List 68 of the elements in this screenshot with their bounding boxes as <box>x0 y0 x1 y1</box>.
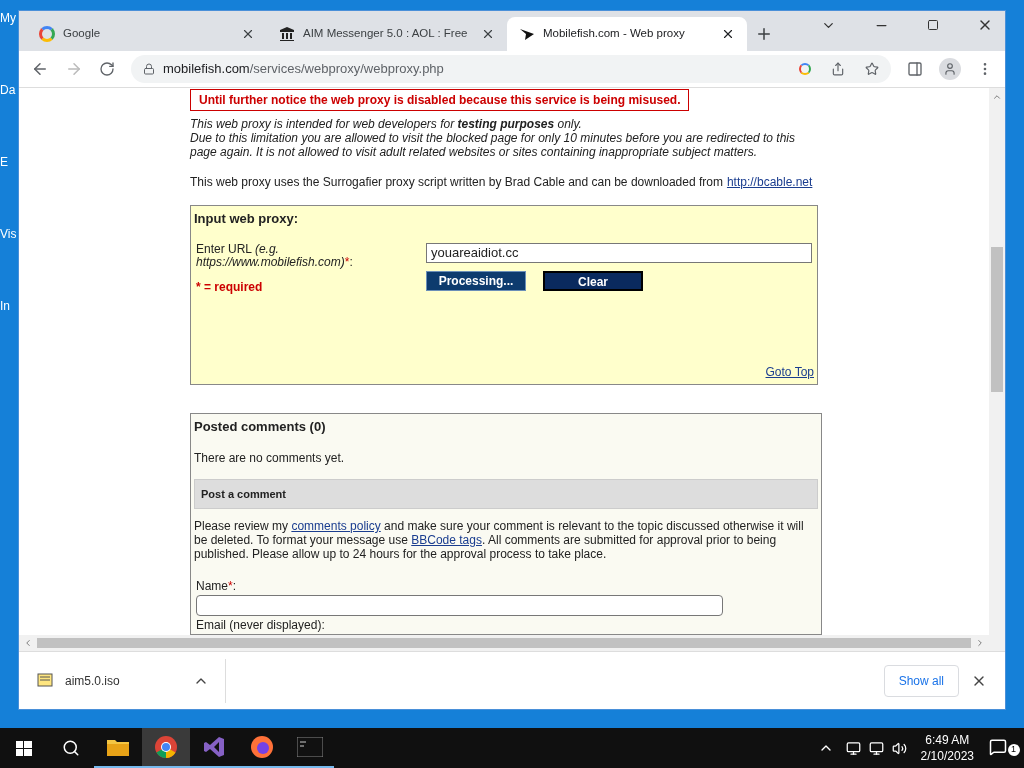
form-title: Input web proxy: <box>194 210 299 228</box>
name-input-field[interactable] <box>196 595 723 616</box>
new-tab-icon[interactable] <box>755 25 773 43</box>
back-icon[interactable] <box>31 60 49 78</box>
notification-count: 1 <box>1007 744 1020 756</box>
maximize-icon[interactable] <box>927 19 939 31</box>
profile-avatar[interactable] <box>939 58 961 80</box>
goto-top-link[interactable]: Goto Top <box>765 363 814 381</box>
chrome-icon <box>154 735 178 759</box>
speaker-icon[interactable] <box>891 740 907 756</box>
side-panel-icon[interactable] <box>907 61 923 77</box>
desktop-icon-label[interactable]: Vis <box>0 228 18 240</box>
url-label: Enter URL (e.g. https://www.mobilefish.com)*: <box>196 242 354 269</box>
address-bar[interactable]: mobilefish.com/services/webproxy/webproxy.php <box>131 55 891 83</box>
vertical-scrollbar[interactable] <box>989 88 1005 651</box>
share-icon[interactable] <box>831 62 845 76</box>
browser-tab[interactable]: Mobilefish.com - Web proxy <box>507 17 747 51</box>
required-note: * = required <box>196 278 264 296</box>
google-icon <box>39 26 55 42</box>
close-icon[interactable] <box>481 27 495 41</box>
download-filename[interactable]: aim5.0.iso <box>65 671 185 690</box>
form-button[interactable]: Clear <box>543 270 643 291</box>
notification-icon[interactable] <box>988 738 1007 756</box>
credit-text: This web proxy uses the Surrogafier proxy script written by Brad Cable and can be downloaded from <box>190 174 723 191</box>
lock-icon <box>143 63 155 75</box>
no-comments-text: There are no comments yet. <box>194 449 346 467</box>
scrollbar-thumb[interactable] <box>991 247 1003 392</box>
monitor-icon[interactable] <box>868 740 884 756</box>
policy-text: Please review my comments policy and make sure your comment is relevant to the topic discussed otherwise it will be deleted. To format your message use BBCode tags. All comments are submitted for approval prior to being published. Please allow up to 24 hours for the approval process to take place. <box>194 519 805 561</box>
taskbar-app[interactable] <box>142 728 190 768</box>
scrollbar-thumb[interactable] <box>37 638 971 648</box>
terminal-icon <box>297 737 323 757</box>
post-comment-header: Post a comment <box>194 478 818 509</box>
firefox-icon <box>250 735 274 759</box>
infinity-icon <box>202 735 226 759</box>
policy-link[interactable]: BBCode tags <box>411 533 482 547</box>
browser-tab[interactable]: Google <box>27 17 267 51</box>
desktop-icon-label[interactable]: In <box>0 300 18 312</box>
disc-image-file-icon <box>37 672 53 689</box>
search-icon[interactable] <box>62 739 80 757</box>
url-input-field[interactable]: youareaidiot.cc <box>426 242 812 263</box>
policy-link[interactable]: comments policy <box>291 519 381 533</box>
close-icon[interactable] <box>721 27 735 41</box>
building-icon <box>279 26 295 42</box>
browser-tab[interactable]: AIM Messenger 5.0 : AOL : Free <box>267 17 507 51</box>
name-label: Name*: <box>196 578 238 595</box>
url-text: mobilefish.com/services/webproxy/webproxy.php <box>163 60 445 79</box>
desktop-icon-label[interactable]: E <box>0 156 18 168</box>
horizontal-scrollbar[interactable] <box>19 635 989 651</box>
email-label: Email (never displayed): <box>196 617 326 634</box>
clock-time[interactable]: 6:49 AM <box>925 732 970 748</box>
tab-title: Mobilefish.com - Web proxy <box>543 26 686 42</box>
desktop-icon-label[interactable]: My <box>0 12 18 24</box>
clock-date[interactable]: 2/10/2023 <box>920 748 974 764</box>
close-icon[interactable] <box>241 27 255 41</box>
show-all-button[interactable]: Show all <box>883 664 959 697</box>
folder-icon <box>106 737 130 757</box>
google-icon[interactable] <box>799 63 811 75</box>
intro-text: This web proxy is intended for web developers for testing purposes only. <box>190 117 583 131</box>
comments-title: Posted comments (0) <box>194 418 327 436</box>
tab-title: AIM Messenger 5.0 : AOL : Free <box>303 26 469 42</box>
limitation-text: Due to this limitation you are allowed to visit the blocked page for only 10 minutes before you are redirected to this page again. It is not allowed to visit adult related websites or sites containing inappropriate subject matters. <box>190 131 796 159</box>
bookmark-star-icon[interactable] <box>865 62 879 76</box>
notice-banner: Until further notice the web proxy is disabled because this service is being misused. <box>190 89 690 111</box>
credit-link[interactable]: http://bcable.net <box>726 173 813 191</box>
tab-title: Google <box>63 26 102 42</box>
reload-icon[interactable] <box>99 61 115 77</box>
desktop-icon-label[interactable]: Da <box>0 84 18 96</box>
